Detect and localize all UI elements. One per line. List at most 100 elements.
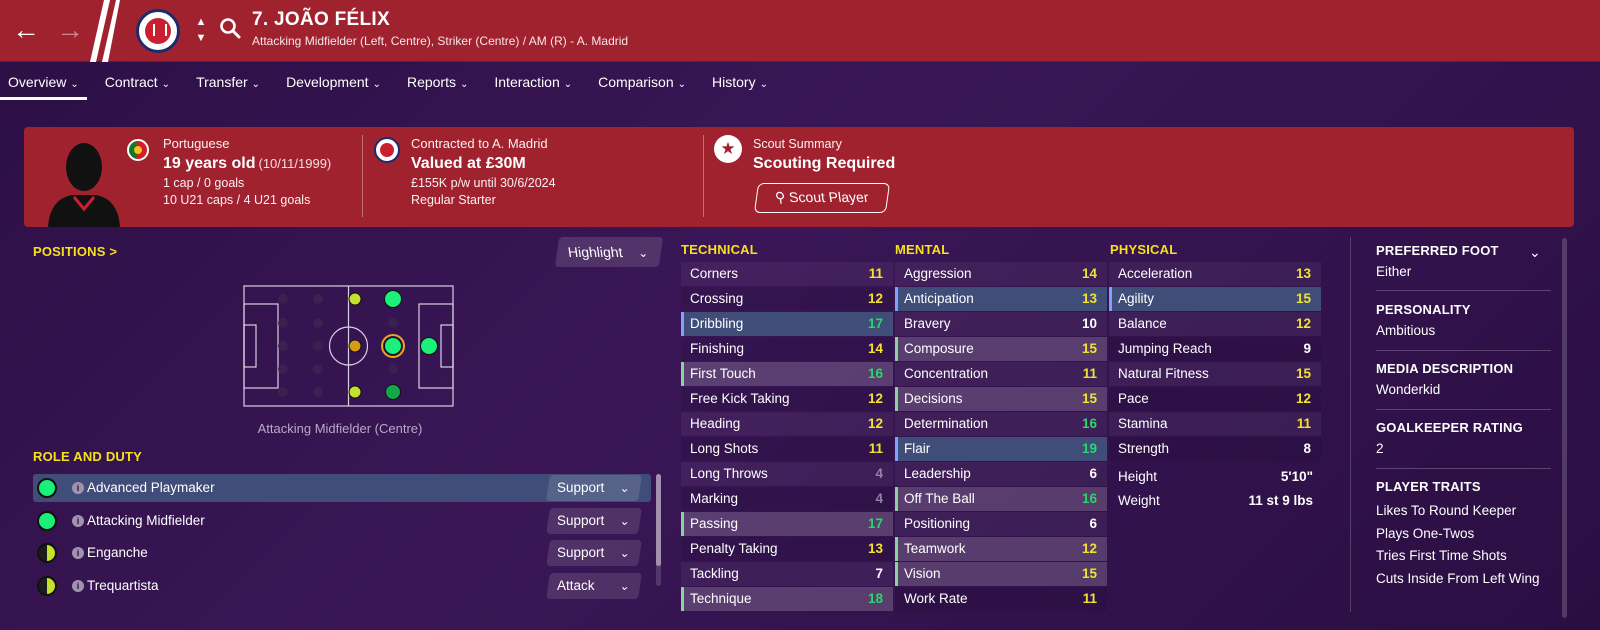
duty-dropdown[interactable]: Support ⌄ — [546, 475, 642, 501]
attribute-row[interactable]: Determination 16 — [895, 412, 1107, 436]
scout-status: Scouting Required — [753, 155, 896, 172]
attribute-name: Stamina — [1118, 416, 1168, 431]
tab-history[interactable]: History ⌄ — [704, 66, 776, 100]
attribute-row[interactable]: Teamwork 12 — [895, 537, 1107, 561]
role-row[interactable]: i Attacking Midfielder Support ⌄ — [33, 507, 651, 535]
back-arrow-icon[interactable]: ← — [8, 12, 44, 48]
attribute-row[interactable]: Flair 19 — [895, 437, 1107, 461]
attribute-row[interactable]: Decisions 15 — [895, 387, 1107, 411]
wage: £155K p/w until 30/6/2024 — [411, 176, 556, 190]
attribute-row[interactable]: Corners 11 — [681, 262, 893, 286]
attribute-name: Crossing — [690, 291, 744, 306]
attribute-row[interactable]: Long Throws 4 — [681, 462, 893, 486]
search-icon[interactable] — [219, 17, 241, 39]
attribute-row[interactable]: Technique 18 — [681, 587, 893, 611]
page-scrollbar[interactable] — [1562, 238, 1567, 618]
attribute-row[interactable]: Positioning 6 — [895, 512, 1107, 536]
chevron-down-icon: ⌄ — [563, 79, 573, 90]
attribute-value: 12 — [1081, 541, 1097, 556]
highlight-dropdown[interactable]: Highlight ⌄ — [554, 237, 664, 267]
attribute-row[interactable]: Finishing 14 — [681, 337, 893, 361]
info-icon[interactable]: i — [72, 482, 84, 494]
tab-transfer[interactable]: Transfer ⌄ — [188, 66, 268, 100]
player-positions-subtitle: Attacking Midfielder (Left, Centre), Str… — [252, 34, 629, 48]
attribute-row[interactable]: Pace 12 — [1109, 387, 1321, 411]
attribute-row[interactable]: Work Rate 11 — [895, 587, 1107, 611]
nationality: Portuguese — [163, 136, 230, 151]
duty-dropdown[interactable]: Support ⌄ — [546, 508, 642, 534]
attribute-row[interactable]: First Touch 16 — [681, 362, 893, 386]
positions-title[interactable]: POSITIONS > — [33, 244, 117, 259]
duty-dropdown[interactable]: Attack ⌄ — [546, 573, 642, 599]
attribute-row[interactable]: Jumping Reach 9 — [1109, 337, 1321, 361]
search-icon: ⚲ — [774, 189, 787, 205]
attribute-name: Work Rate — [904, 591, 968, 606]
tab-development[interactable]: Development ⌄ — [278, 66, 389, 100]
attribute-value: 12 — [867, 416, 883, 431]
tab-overview[interactable]: Overview ⌄ — [0, 66, 87, 100]
chevron-down-icon[interactable]: ⌄ — [1529, 244, 1541, 261]
attribute-row[interactable]: Penalty Taking 13 — [681, 537, 893, 561]
attribute-row[interactable]: Marking 4 — [681, 487, 893, 511]
forward-arrow-icon[interactable]: → — [52, 12, 88, 48]
player-value: Valued at £30M — [411, 155, 526, 172]
role-row[interactable]: i Enganche Support ⌄ — [33, 539, 651, 567]
attribute-name: Positioning — [904, 516, 971, 531]
attribute-row[interactable]: Anticipation 13 — [895, 287, 1107, 311]
attribute-row[interactable]: Off The Ball 16 — [895, 487, 1107, 511]
attribute-row[interactable]: Long Shots 11 — [681, 437, 893, 461]
attribute-row[interactable]: Tackling 7 — [681, 562, 893, 586]
attribute-value: 13 — [1295, 266, 1311, 281]
scout-player-button[interactable]: ⚲ Scout Player — [753, 183, 891, 213]
tab-reports[interactable]: Reports ⌄ — [399, 66, 476, 100]
tab-interaction[interactable]: Interaction ⌄ — [486, 66, 580, 100]
attribute-value: 6 — [1089, 516, 1097, 531]
attribute-row[interactable]: Free Kick Taking 12 — [681, 387, 893, 411]
tab-label: Comparison — [598, 74, 674, 90]
attribute-row[interactable]: Vision 15 — [895, 562, 1107, 586]
tab-label: Interaction — [494, 74, 560, 90]
role-suitability-icon — [37, 576, 57, 596]
attribute-row[interactable]: Composure 15 — [895, 337, 1107, 361]
attribute-row[interactable]: Balance 12 — [1109, 312, 1321, 336]
attribute-row[interactable]: Bravery 10 — [895, 312, 1107, 336]
attribute-row[interactable]: Stamina 11 — [1109, 412, 1321, 436]
attribute-value: 10 — [1081, 316, 1097, 331]
attribute-name: Balance — [1118, 316, 1167, 331]
tab-label: Contract — [104, 74, 158, 90]
attribute-row[interactable]: Concentration 11 — [895, 362, 1107, 386]
duty-dropdown[interactable]: Support ⌄ — [546, 540, 642, 566]
attribute-row[interactable]: Agility 15 — [1109, 287, 1321, 311]
attribute-row[interactable]: Passing 17 — [681, 512, 893, 536]
role-row[interactable]: i Advanced Playmaker Support ⌄ — [33, 474, 651, 502]
player-up-down-icon[interactable]: ▲ ▼ — [193, 14, 209, 46]
attribute-row[interactable]: Crossing 12 — [681, 287, 893, 311]
role-row[interactable]: i Trequartista Attack ⌄ — [33, 572, 651, 600]
attribute-row[interactable]: Strength 8 — [1109, 437, 1321, 461]
role-suitability-icon — [37, 511, 57, 531]
attribute-row[interactable]: Leadership 6 — [895, 462, 1107, 486]
attribute-row[interactable]: Dribbling 17 — [681, 312, 893, 336]
attribute-name: Leadership — [904, 466, 971, 481]
club-crest-icon[interactable] — [136, 9, 180, 53]
scout-summary-title: Scout Summary — [753, 137, 842, 151]
chevron-down-icon: ⌄ — [372, 79, 381, 90]
attribute-name: Vision — [904, 566, 941, 581]
attribute-name: Determination — [904, 416, 989, 431]
attribute-name: Free Kick Taking — [690, 391, 790, 406]
attribute-row[interactable]: Heading 12 — [681, 412, 893, 436]
highlight-label: Highlight — [566, 244, 624, 260]
attribute-row[interactable]: Acceleration 13 — [1109, 262, 1321, 286]
role-list-scroll-thumb[interactable] — [656, 474, 661, 566]
attribute-row[interactable]: Aggression 14 — [895, 262, 1107, 286]
info-icon[interactable]: i — [72, 515, 84, 527]
info-icon[interactable]: i — [72, 580, 84, 592]
info-icon[interactable]: i — [72, 547, 84, 559]
tab-label: Overview — [8, 74, 67, 90]
tab-contract[interactable]: Contract ⌄ — [97, 66, 178, 100]
attribute-name: Heading — [690, 416, 741, 431]
attribute-value: 15 — [1081, 341, 1097, 356]
tab-comparison[interactable]: Comparison ⌄ — [590, 66, 694, 100]
attribute-name: Concentration — [904, 366, 989, 381]
attribute-row[interactable]: Natural Fitness 15 — [1109, 362, 1321, 386]
